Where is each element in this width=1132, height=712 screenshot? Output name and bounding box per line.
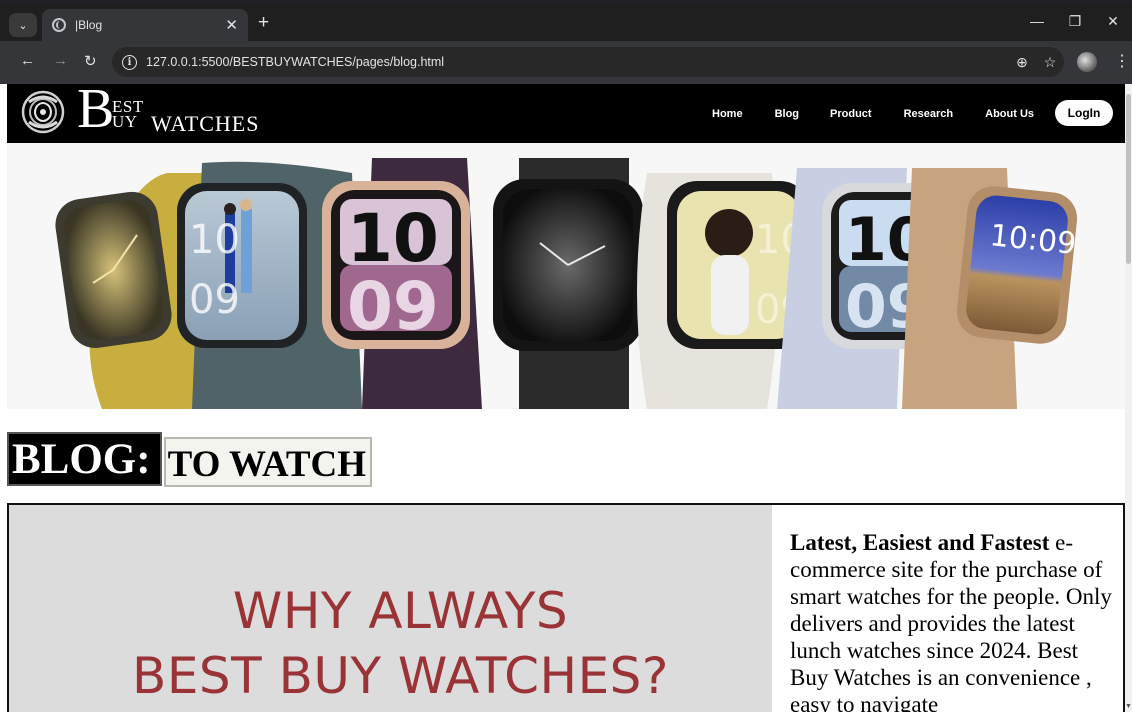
chevron-down-icon[interactable]: ⌄ — [9, 13, 37, 37]
star-icon[interactable]: ☆ — [1036, 54, 1064, 71]
minimize-icon[interactable]: — — [1018, 13, 1056, 30]
page-viewport: B EST UY WATCHES Home Blog Product Resea… — [7, 84, 1125, 712]
scroll-down-icon[interactable]: ▼ — [1125, 703, 1132, 710]
site-header: B EST UY WATCHES Home Blog Product Resea… — [7, 84, 1125, 143]
watch-digits-top: 10 — [347, 200, 439, 277]
arrow-right-icon[interactable]: → — [53, 52, 68, 69]
zoom-icon[interactable]: ⊕ — [1008, 54, 1036, 71]
nav-blog[interactable]: Blog — [775, 108, 799, 120]
close-window-icon[interactable]: ✕ — [1094, 13, 1132, 30]
window-controls: — ❐ ✕ — [1018, 13, 1132, 30]
hero-watches-image: 10 09 10 09 10 09 10 09 10:09 — [7, 143, 1125, 409]
about-bold-text: Latest, Easiest and Fastest — [790, 530, 1050, 555]
plus-icon[interactable]: + — [258, 13, 269, 33]
why-title-line2: BEST BUY WATCHES? — [132, 647, 669, 705]
url-text[interactable]: 127.0.0.1:5500/BESTBUYWATCHES/pages/blog… — [146, 55, 1008, 69]
browser-toolbar: ← → ↻ i 127.0.0.1:5500/BESTBUYWATCHES/pa… — [0, 41, 1132, 84]
globe-icon — [52, 18, 66, 32]
logo-initial: B — [77, 84, 115, 140]
logo-line2: UY — [112, 112, 138, 131]
nav-home[interactable]: Home — [712, 108, 743, 120]
about-paragraph: Latest, Easiest and Fastest e-commerce s… — [790, 529, 1120, 712]
blog-label: BLOG: — [7, 432, 162, 486]
nav-about-us[interactable]: About Us — [985, 108, 1034, 120]
tab-title: |Blog — [75, 18, 103, 32]
blog-subtitle: TO WATCH — [163, 437, 373, 487]
logo-watches: WATCHES — [151, 111, 260, 136]
tab-strip: ⌄ |Blog ✕ + — ❐ ✕ — [0, 5, 1132, 41]
nav-product[interactable]: Product — [830, 108, 872, 120]
watch-digits-bottom: 09 — [189, 277, 240, 323]
restore-icon[interactable]: ❐ — [1056, 13, 1094, 30]
watch-digits-bottom: 09 — [347, 268, 439, 345]
why-section: WHY ALWAYS BEST BUY WATCHES? Latest, Eas… — [7, 503, 1125, 712]
kebab-menu-icon[interactable]: ⋮ — [1114, 51, 1130, 71]
nav-research[interactable]: Research — [904, 108, 954, 120]
blog-heading: BLOG: TO WATCH — [7, 432, 373, 488]
avatar[interactable] — [1077, 52, 1097, 72]
scrollbar-thumb[interactable] — [1126, 94, 1131, 264]
why-title-line1: WHY ALWAYS — [232, 582, 569, 640]
main-nav: Home Blog Product Research About Us — [712, 84, 1066, 143]
browser-chrome: ⌄ |Blog ✕ + — ❐ ✕ ← → ↻ i 127.0.0.1:5500… — [0, 0, 1132, 84]
address-bar[interactable]: i 127.0.0.1:5500/BESTBUYWATCHES/pages/bl… — [112, 47, 1064, 77]
close-icon[interactable]: ✕ — [225, 16, 238, 34]
login-button[interactable]: LogIn — [1055, 100, 1113, 126]
why-panel: WHY ALWAYS BEST BUY WATCHES? — [9, 505, 772, 712]
tab-blog[interactable]: |Blog ✕ — [42, 9, 248, 41]
reload-icon[interactable]: ↻ — [84, 52, 97, 70]
logo-emblem-icon — [21, 90, 65, 134]
info-icon[interactable]: i — [122, 54, 137, 70]
page-scrollbar[interactable]: ▼ — [1125, 84, 1132, 712]
arrow-left-icon[interactable]: ← — [20, 52, 35, 69]
watch-digits-top: 10 — [189, 217, 240, 263]
about-body-text: e-commerce site for the purchase of smar… — [790, 530, 1112, 712]
